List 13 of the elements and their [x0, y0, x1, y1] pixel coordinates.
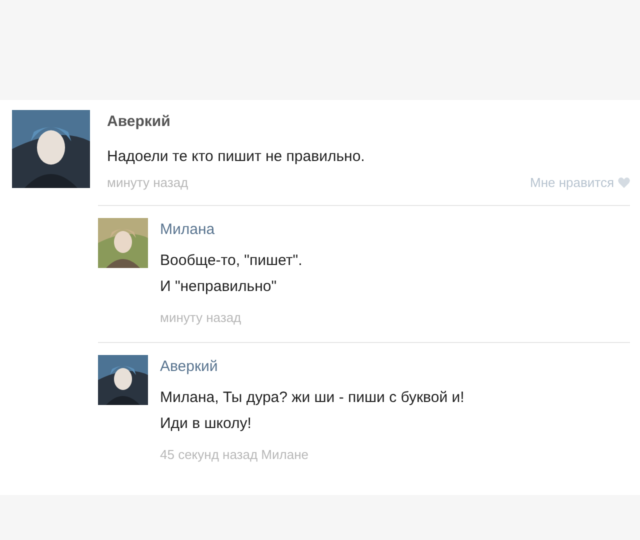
author-name[interactable]: Аверкий: [107, 113, 170, 130]
author-name[interactable]: Аверкий: [160, 358, 218, 374]
like-link[interactable]: Мне нравится: [530, 173, 614, 192]
comment-text: И "неправильно": [160, 278, 277, 294]
timestamp[interactable]: минуту назад: [160, 310, 242, 324]
comment-text: Вообще-то, "пишет".: [160, 252, 302, 268]
author-name[interactable]: Милана: [160, 220, 215, 238]
heart-icon[interactable]: [618, 177, 630, 188]
comment-text: Надоели те кто пишит не правильно.: [107, 148, 365, 165]
comment-text: Иди в школу!: [160, 414, 252, 432]
timestamp[interactable]: 45 секунд назад Милане: [160, 446, 308, 462]
comment-text: Милана, Ты дура? жи ши - пиши с буквой и!: [160, 388, 464, 406]
timestamp[interactable]: минуту назад: [107, 173, 188, 192]
